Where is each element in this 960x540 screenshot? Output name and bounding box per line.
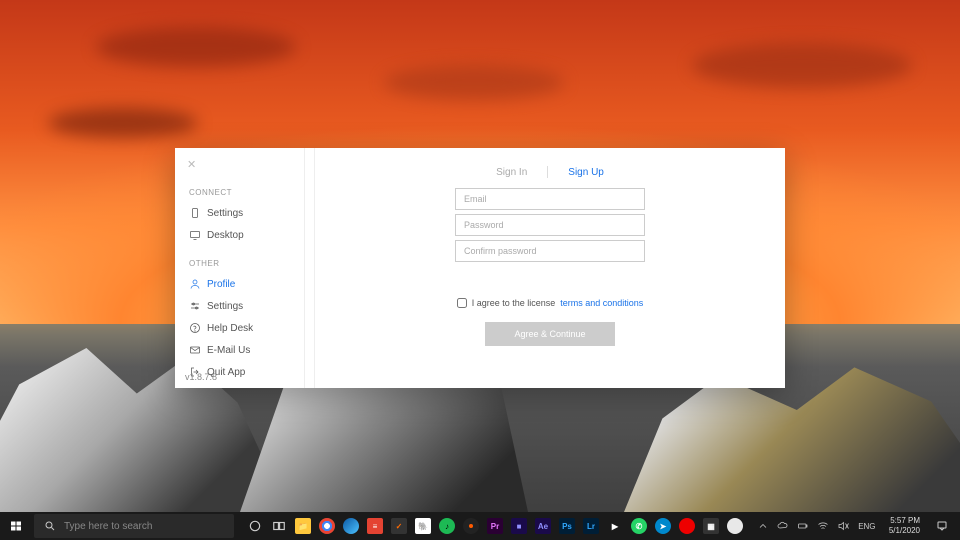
tray-expand-icon[interactable] bbox=[757, 520, 769, 532]
taskbar-search[interactable]: Type here to search bbox=[34, 514, 234, 538]
phone-icon bbox=[189, 207, 201, 219]
volume-icon[interactable] bbox=[837, 520, 849, 532]
sidebar-item-label: Settings bbox=[207, 301, 243, 312]
desktop-wallpaper: ✕ CONNECT Settings Desktop OTHER Profile… bbox=[0, 0, 960, 540]
sidebar-item-email[interactable]: E-Mail Us bbox=[187, 340, 304, 360]
sidebar-item-profile[interactable]: Profile bbox=[187, 274, 304, 294]
clock-date: 5/1/2020 bbox=[889, 526, 920, 536]
telegram-icon[interactable]: ➤ bbox=[652, 514, 674, 538]
resolve-icon[interactable] bbox=[460, 514, 482, 538]
cortana-icon[interactable] bbox=[244, 514, 266, 538]
todoist-icon[interactable]: ≡ bbox=[364, 514, 386, 538]
sidebar-item-label: Desktop bbox=[207, 230, 244, 241]
sidebar-item-label: Settings bbox=[207, 208, 243, 219]
sidebar-item-helpdesk[interactable]: Help Desk bbox=[187, 318, 304, 338]
premiere-icon[interactable]: Pr bbox=[484, 514, 506, 538]
sidebar-item-desktop[interactable]: Desktop bbox=[187, 225, 304, 245]
monitor-icon bbox=[189, 229, 201, 241]
sidebar-item-settings[interactable]: Settings bbox=[187, 296, 304, 316]
version-label: v1.8.7.8 bbox=[185, 372, 217, 382]
photoshop-icon[interactable]: Ps bbox=[556, 514, 578, 538]
record-icon[interactable] bbox=[676, 514, 698, 538]
password-field[interactable] bbox=[455, 214, 645, 236]
chrome-icon[interactable] bbox=[316, 514, 338, 538]
user-icon bbox=[189, 278, 201, 290]
file-explorer-icon[interactable]: 📁 bbox=[292, 514, 314, 538]
agree-continue-button[interactable]: Agree & Continue bbox=[485, 322, 615, 346]
mail-icon bbox=[189, 344, 201, 356]
terms-link[interactable]: terms and conditions bbox=[560, 298, 643, 308]
running-app-icon[interactable] bbox=[724, 514, 746, 538]
sidebar-item-label: Profile bbox=[207, 279, 235, 290]
mediaencoder-icon[interactable]: ■ bbox=[508, 514, 530, 538]
edge-icon[interactable] bbox=[340, 514, 362, 538]
confirm-password-field[interactable] bbox=[455, 240, 645, 262]
agree-row: I agree to the license terms and conditi… bbox=[457, 298, 644, 308]
tab-signup[interactable]: Sign Up bbox=[548, 167, 624, 178]
sidebar-item-connect-settings[interactable]: Settings bbox=[187, 203, 304, 223]
taskbar: Type here to search 📁 ≡ ✓ 🐘 ♪ Pr ■ Ae Ps… bbox=[0, 512, 960, 540]
start-button[interactable] bbox=[0, 512, 32, 540]
sliders-icon bbox=[189, 300, 201, 312]
aftereffects-icon[interactable]: Ae bbox=[532, 514, 554, 538]
spotify-icon[interactable]: ♪ bbox=[436, 514, 458, 538]
search-icon bbox=[44, 520, 56, 532]
lightroom-icon[interactable]: Lr bbox=[580, 514, 602, 538]
agree-checkbox[interactable] bbox=[457, 298, 467, 308]
sidebar-item-label: Help Desk bbox=[207, 323, 253, 334]
taskbar-pinned: 📁 ≡ ✓ 🐘 ♪ Pr ■ Ae Ps Lr ▶ ✆ ➤ ▦ bbox=[244, 514, 746, 538]
whatsapp-icon[interactable]: ✆ bbox=[628, 514, 650, 538]
language-icon[interactable]: ENG bbox=[857, 520, 877, 532]
battery-icon[interactable] bbox=[797, 520, 809, 532]
section-other-label: OTHER bbox=[189, 259, 304, 268]
calculator-icon[interactable]: ▦ bbox=[700, 514, 722, 538]
system-tray: ENG 5:57 PM 5/1/2020 bbox=[757, 516, 960, 536]
task-view-icon[interactable] bbox=[268, 514, 290, 538]
windows-icon bbox=[10, 520, 22, 532]
email-field[interactable] bbox=[455, 188, 645, 210]
search-placeholder: Type here to search bbox=[64, 521, 152, 532]
taskbar-clock[interactable]: 5:57 PM 5/1/2020 bbox=[885, 516, 924, 536]
clock-time: 5:57 PM bbox=[889, 516, 920, 526]
tab-signin[interactable]: Sign In bbox=[476, 167, 547, 178]
auth-tabs: Sign In Sign Up bbox=[476, 166, 624, 178]
main-panel: Sign In Sign Up I agree to the license t… bbox=[314, 148, 785, 388]
onedrive-icon[interactable] bbox=[777, 520, 789, 532]
close-icon[interactable]: ✕ bbox=[187, 158, 196, 171]
wifi-icon[interactable] bbox=[817, 520, 829, 532]
sidebar: CONNECT Settings Desktop OTHER Profile S… bbox=[175, 148, 305, 388]
app-window: ✕ CONNECT Settings Desktop OTHER Profile… bbox=[175, 148, 785, 388]
agree-text: I agree to the license bbox=[472, 298, 556, 308]
action-center-icon[interactable] bbox=[932, 520, 952, 532]
sidebar-item-label: E-Mail Us bbox=[207, 345, 250, 356]
section-connect-label: CONNECT bbox=[189, 188, 304, 197]
evernote-icon[interactable]: 🐘 bbox=[412, 514, 434, 538]
cleaner-icon[interactable]: ✓ bbox=[388, 514, 410, 538]
play-icon[interactable]: ▶ bbox=[604, 514, 626, 538]
help-icon bbox=[189, 322, 201, 334]
